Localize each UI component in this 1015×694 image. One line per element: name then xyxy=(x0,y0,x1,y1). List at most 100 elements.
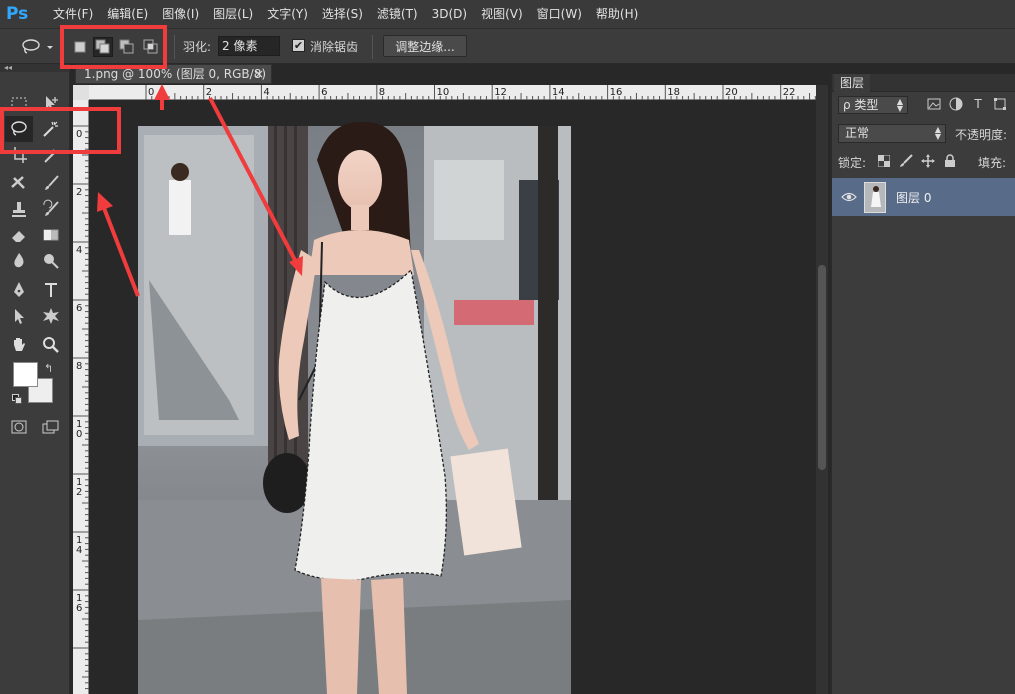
swap-colors-icon[interactable]: ↰ xyxy=(44,362,53,375)
zoom-icon xyxy=(43,337,59,353)
layers-panel: 图层 ρ 类型 ▲ ▼ T 正常 ▲ ▼ 不透明度: 锁定: 填充: 图层 0 xyxy=(831,74,1015,694)
scrollbar-thumb[interactable] xyxy=(818,265,826,470)
tab-layers[interactable]: 图层 xyxy=(834,74,871,92)
shape-filter-icon[interactable] xyxy=(993,96,1007,112)
photoshop-window: Ps 文件(F) 编辑(E) 图像(I) 图层(L) 文字(Y) 选择(S) 滤… xyxy=(0,0,1015,694)
menu-view[interactable]: 视图(V) xyxy=(474,0,530,28)
zoom-tool[interactable] xyxy=(37,332,65,358)
canvas-area[interactable] xyxy=(89,100,816,694)
layer-name[interactable]: 图层 0 xyxy=(896,189,931,206)
photo-canvas[interactable] xyxy=(89,100,816,694)
history-brush-tool[interactable] xyxy=(37,196,65,222)
ruler-v-label: 2 xyxy=(76,487,82,498)
ps-logo: Ps xyxy=(6,4,29,24)
separator xyxy=(174,35,175,59)
blend-mode-select[interactable]: 正常 ▲ ▼ xyxy=(838,124,946,143)
healing-icon xyxy=(11,176,25,189)
foreground-color-swatch[interactable] xyxy=(13,362,38,387)
separator xyxy=(372,35,373,59)
lock-all-icon[interactable] xyxy=(942,153,958,169)
brush-tool[interactable] xyxy=(37,170,65,196)
ruler-v-label: 4 xyxy=(76,245,82,256)
type-filter-icon[interactable]: T xyxy=(971,96,985,112)
opacity-label: 不透明度: xyxy=(955,128,1008,142)
lock-position-icon[interactable] xyxy=(920,153,936,169)
dodge-tool[interactable] xyxy=(37,248,65,274)
menu-edit[interactable]: 编辑(E) xyxy=(100,0,155,28)
menu-file[interactable]: 文件(F) xyxy=(46,0,100,28)
ruler-h-label: 16 xyxy=(610,87,623,98)
menu-type[interactable]: 文字(Y) xyxy=(260,0,315,28)
lock-label: 锁定: xyxy=(838,156,867,170)
horizontal-ruler[interactable]: 0 2 4 6 8 10 12 14 16 18 20 22 xyxy=(89,85,816,100)
lock-transparency-icon[interactable] xyxy=(876,153,892,169)
blur-icon xyxy=(14,253,24,268)
dodge-icon xyxy=(44,254,59,269)
annotation-box-lasso-tools xyxy=(0,107,121,154)
pen-icon xyxy=(14,282,24,297)
refine-edge-button[interactable]: 调整边缘... xyxy=(383,35,467,57)
layer-filter-icons: T xyxy=(927,96,1007,112)
clone-stamp-tool[interactable] xyxy=(5,196,33,222)
default-colors-icon[interactable] xyxy=(12,394,22,404)
antialias-checkbox[interactable]: ✔ xyxy=(292,39,305,52)
quick-mask-icon xyxy=(11,420,27,434)
brush-icon xyxy=(45,175,59,190)
vertical-scrollbar[interactable] xyxy=(816,85,828,694)
healing-brush-tool[interactable] xyxy=(5,170,33,196)
menu-3d[interactable]: 3D(D) xyxy=(425,0,474,28)
menu-select[interactable]: 选择(S) xyxy=(315,0,370,28)
history-brush-icon xyxy=(43,199,59,216)
tool-preset-picker[interactable] xyxy=(20,37,54,57)
lasso-icon xyxy=(22,39,53,54)
menu-filter[interactable]: 滤镜(T) xyxy=(370,0,425,28)
ruler-h-label: 12 xyxy=(494,87,507,98)
ruler-v-label: 6 xyxy=(76,603,82,614)
layer-thumbnail xyxy=(864,182,886,213)
updown-arrow-icon: ▲ ▼ xyxy=(896,97,903,113)
close-tab-icon[interactable]: × xyxy=(254,65,264,83)
ruler-h-label: 14 xyxy=(552,87,565,98)
blur-tool[interactable] xyxy=(5,248,33,274)
stamp-icon xyxy=(12,202,26,217)
ruler-h-label: 22 xyxy=(783,87,796,98)
blend-mode-value: 正常 xyxy=(845,126,870,140)
custom-shape-tool[interactable] xyxy=(37,303,65,329)
pen-tool[interactable] xyxy=(5,277,33,303)
ruler-v-label: 0 xyxy=(76,429,82,440)
vertical-ruler[interactable]: 0246810121416 xyxy=(73,100,89,694)
eraser-tool[interactable] xyxy=(5,222,33,248)
gradient-tool[interactable] xyxy=(37,222,65,248)
menu-layer[interactable]: 图层(L) xyxy=(206,0,260,28)
quick-mask-button[interactable] xyxy=(5,414,33,440)
path-selection-tool[interactable] xyxy=(5,303,33,329)
layer-filter-select[interactable]: ρ 类型 ▲ ▼ xyxy=(838,96,908,114)
ruler-v-label: 2 xyxy=(76,187,82,198)
adjustment-filter-icon[interactable] xyxy=(949,96,963,112)
layer-row[interactable]: 图层 0 xyxy=(832,178,1015,216)
ruler-v-label: 8 xyxy=(76,361,82,372)
hand-tool[interactable] xyxy=(5,332,33,358)
screen-mode-button[interactable] xyxy=(37,414,65,440)
type-tool[interactable] xyxy=(37,277,65,303)
ruler-h-label: 6 xyxy=(321,87,327,98)
ruler-h-label: 8 xyxy=(379,87,385,98)
menu-image[interactable]: 图像(I) xyxy=(155,0,206,28)
ruler-v-label: 6 xyxy=(76,303,82,314)
feather-input[interactable]: 2 像素 xyxy=(218,36,280,56)
image-filter-icon[interactable] xyxy=(927,96,941,112)
screen-mode-icon xyxy=(42,420,59,434)
photo-image xyxy=(138,121,571,694)
path-select-icon xyxy=(15,309,24,324)
ruler-origin[interactable] xyxy=(73,85,89,100)
ruler-h-label: 10 xyxy=(437,87,450,98)
layer-filter-label: ρ 类型 xyxy=(843,98,879,112)
menu-help[interactable]: 帮助(H) xyxy=(589,0,645,28)
ruler-h-label: 0 xyxy=(148,87,154,98)
lock-pixels-icon[interactable] xyxy=(898,153,914,169)
gradient-icon xyxy=(43,229,59,241)
menu-window[interactable]: 窗口(W) xyxy=(530,0,589,28)
updown-arrow-icon: ▲ ▼ xyxy=(934,125,941,141)
visibility-eye-icon[interactable] xyxy=(841,190,857,204)
collapse-icon[interactable]: ◂◂ xyxy=(4,64,12,72)
